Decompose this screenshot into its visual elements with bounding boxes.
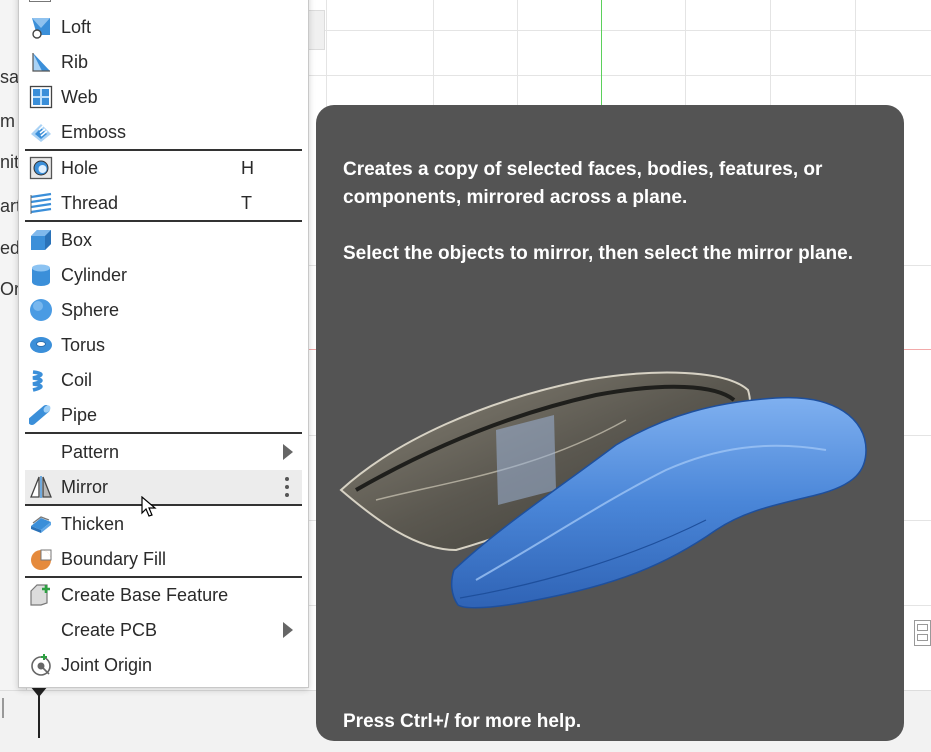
create-base-feature-icon — [30, 584, 50, 606]
menu-item-label: Thread — [61, 193, 119, 213]
tooltip-instruction: Select the objects to mirror, then selec… — [343, 243, 853, 264]
menu-item-label: Sphere — [61, 300, 120, 320]
menu-item-label: Emboss — [61, 122, 127, 142]
menu-item-joint-origin[interactable]: Joint Origin — [25, 648, 302, 682]
menu-item-loft[interactable]: Loft — [25, 10, 302, 44]
menu-item-pipe[interactable]: Pipe — [25, 398, 302, 432]
menu-item-label: Torus — [61, 335, 106, 355]
menu-item-label: Rib — [61, 52, 89, 72]
emboss-icon — [31, 124, 51, 142]
hole-icon — [29, 156, 53, 180]
pipe-icon — [29, 405, 51, 425]
create-dropdown-menu: Loft Rib Web Emboss Hole H Thread T Box … — [18, 0, 309, 688]
cylinder-icon — [32, 264, 50, 286]
menu-item-label: Coil — [61, 370, 93, 390]
menu-separator — [25, 220, 302, 222]
mouse-cursor-icon — [141, 496, 157, 517]
menu-item-label: Hole — [61, 158, 99, 178]
menu-item-hole[interactable]: Hole H — [25, 151, 302, 185]
coil-icon — [32, 370, 43, 392]
menu-item-label: Pattern — [61, 442, 120, 462]
thread-icon — [30, 192, 52, 214]
menu-item-label: Mirror — [61, 477, 108, 497]
menu-item-label: Pipe — [61, 405, 98, 425]
submenu-arrow-icon — [283, 444, 293, 460]
menu-item-label: Create Base Feature — [61, 585, 229, 605]
menu-item-rib[interactable]: Rib — [25, 45, 302, 79]
menu-item-label: Boundary Fill — [61, 549, 167, 569]
submenu-arrow-icon — [283, 622, 293, 638]
menu-item-pattern[interactable]: Pattern — [25, 435, 302, 469]
tooltip-help-hint: Press Ctrl+/ for more help. — [343, 711, 582, 732]
tooltip-description: Creates a copy of selected faces, bodies… — [343, 159, 823, 208]
menu-item-label: Joint Origin — [61, 655, 153, 675]
menu-item-label: Cylinder — [61, 265, 128, 285]
keyboard-shortcut: H — [241, 158, 254, 178]
loft-icon — [32, 18, 50, 39]
display-settings-icon[interactable] — [914, 620, 931, 646]
extrude-icon — [29, 0, 51, 2]
menu-item-label: Create PCB — [61, 620, 158, 640]
torus-icon — [30, 337, 52, 353]
more-options-icon[interactable] — [284, 475, 290, 499]
mirror-icon — [30, 476, 52, 498]
menu-item-boundary-fill[interactable]: Boundary Fill — [25, 542, 302, 576]
menu-item-coil[interactable]: Coil — [25, 363, 302, 397]
menu-item-label: Web — [61, 87, 98, 107]
menu-item-box[interactable]: Box — [25, 223, 302, 257]
timeline-start-handle[interactable] — [2, 698, 7, 718]
menu-item-create-base-feature[interactable]: Create Base Feature — [25, 578, 302, 612]
menu-item-emboss[interactable]: Emboss — [25, 115, 302, 149]
rib-icon — [32, 53, 50, 72]
keyboard-shortcut: T — [241, 193, 252, 213]
timeline-marker[interactable] — [30, 686, 48, 738]
mirror-tooltip: Creates a copy of selected faces, bodies… — [316, 105, 904, 741]
menu-item-cylinder[interactable]: Cylinder — [25, 258, 302, 292]
boundary-fill-icon — [31, 549, 52, 570]
web-icon — [29, 85, 53, 109]
mirrored-body-illustration — [339, 371, 867, 609]
menu-item-thread[interactable]: Thread T — [25, 186, 302, 220]
joint-origin-icon — [31, 654, 51, 676]
sphere-icon — [30, 299, 52, 321]
menu-item-thicken[interactable]: Thicken — [25, 507, 302, 541]
menu-separator — [25, 432, 302, 434]
box-icon — [31, 230, 51, 250]
menu-item-mirror[interactable]: Mirror — [25, 470, 302, 504]
y-axis-line — [601, 0, 602, 105]
menu-item-sphere[interactable]: Sphere — [25, 293, 302, 327]
menu-item-create-pcb[interactable]: Create PCB — [25, 613, 302, 647]
thicken-icon — [31, 516, 51, 533]
menu-item-label: Loft — [61, 17, 92, 37]
menu-separator — [25, 504, 302, 506]
menu-item-web[interactable]: Web — [25, 80, 302, 114]
menu-item-label: Box — [61, 230, 93, 250]
menu-item-label: Thicken — [61, 514, 125, 534]
menu-item-torus[interactable]: Torus — [25, 328, 302, 362]
